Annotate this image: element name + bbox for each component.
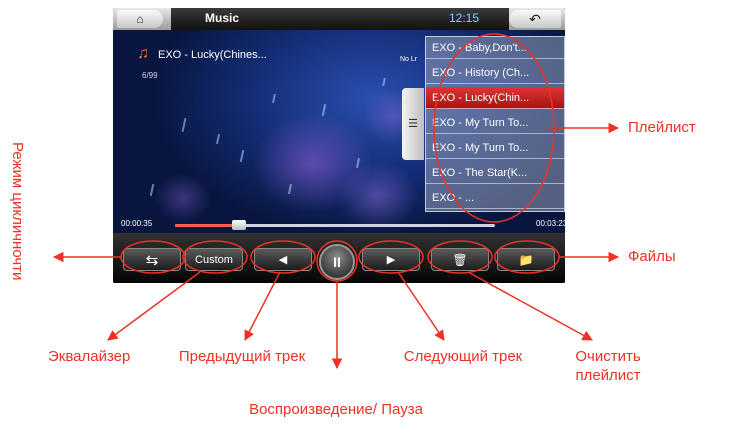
label-equalizer: Эквалайзер	[48, 348, 131, 365]
label-clear-playlist: Очистить плейлист	[575, 348, 641, 384]
trash-highlight-ellipse	[427, 240, 493, 274]
playlist-highlight-ellipse	[433, 33, 555, 223]
equalizer-arrow	[107, 271, 201, 341]
label-repeat-mode: Режим цикличночти	[9, 142, 26, 281]
clear-arrow	[467, 271, 593, 341]
next-arrow	[397, 271, 445, 341]
label-play-pause: Воспроизведение/ Пауза	[249, 401, 423, 418]
label-files: Файлы	[628, 248, 676, 265]
prev-arrow	[244, 271, 281, 341]
label-prev-track: Предыдущий трек	[178, 348, 306, 365]
label-next-track: Следующий трек	[403, 348, 523, 365]
equalizer-highlight-ellipse	[182, 240, 248, 274]
repeat-highlight-ellipse	[120, 240, 186, 274]
files-highlight-ellipse	[494, 240, 560, 274]
prev-highlight-ellipse	[250, 240, 316, 274]
next-highlight-ellipse	[358, 240, 424, 274]
label-playlist: Плейлист	[628, 119, 696, 136]
pause-highlight-ellipse	[316, 240, 358, 282]
